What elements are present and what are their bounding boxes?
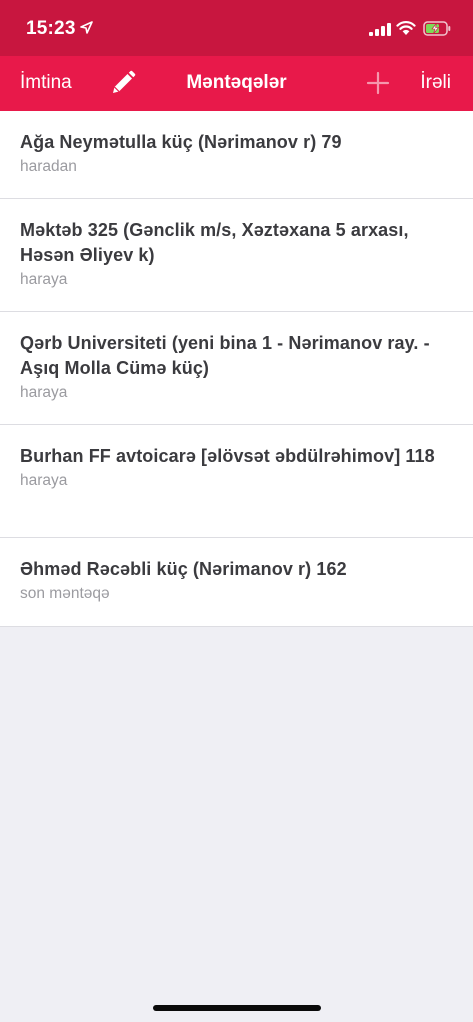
pencil-icon[interactable] <box>110 70 136 96</box>
cellular-signal-icon <box>369 23 391 36</box>
screen: 15:23 İmtina Məntəqələr İrəli Ağa Neymət… <box>0 0 473 1022</box>
stop-item-final[interactable]: Əhməd Rəcəbli küç (Nərimanov r) 162 son … <box>0 538 473 627</box>
next-button[interactable]: İrəli <box>420 72 451 94</box>
stop-item-destination[interactable]: Qərb Universiteti (yeni bina 1 - Nəriman… <box>0 312 473 425</box>
stop-item-origin[interactable]: Ağa Neymətulla küç (Nərimanov r) 79 hara… <box>0 111 473 199</box>
stop-role: son məntəqə <box>20 585 110 602</box>
stop-item-destination[interactable]: Məktəb 325 (Gənclik m/s, Xəztəxana 5 arx… <box>0 199 473 312</box>
stop-title: Burhan FF avtoicarə [əlövsət əbdülrəhimo… <box>20 446 435 466</box>
stop-title: Əhməd Rəcəbli küç (Nərimanov r) 162 <box>20 559 347 579</box>
wifi-icon <box>396 21 416 35</box>
stop-title: Ağa Neymətulla küç (Nərimanov r) 79 <box>20 132 342 152</box>
stop-title: Qərb Universiteti (yeni bina 1 - Nəriman… <box>20 333 430 378</box>
status-bar: 15:23 <box>0 0 473 56</box>
stop-role: haraya <box>20 271 68 288</box>
stops-list: Ağa Neymətulla küç (Nərimanov r) 79 hara… <box>0 111 473 627</box>
status-time: 15:23 <box>26 18 76 39</box>
battery-charging-icon <box>423 21 451 36</box>
stop-role: haradan <box>20 158 77 175</box>
location-arrow-icon <box>80 21 93 34</box>
stop-role: haraya <box>20 472 68 489</box>
navigation-bar: İmtina Məntəqələr İrəli <box>0 56 473 111</box>
stop-role: haraya <box>20 384 68 401</box>
stop-title: Məktəb 325 (Gənclik m/s, Xəztəxana 5 arx… <box>20 220 409 265</box>
cancel-button[interactable]: İmtina <box>20 72 72 94</box>
home-indicator[interactable] <box>153 1005 321 1011</box>
plus-icon[interactable] <box>366 71 390 95</box>
stop-item-destination[interactable]: Burhan FF avtoicarə [əlövsət əbdülrəhimo… <box>0 425 473 538</box>
